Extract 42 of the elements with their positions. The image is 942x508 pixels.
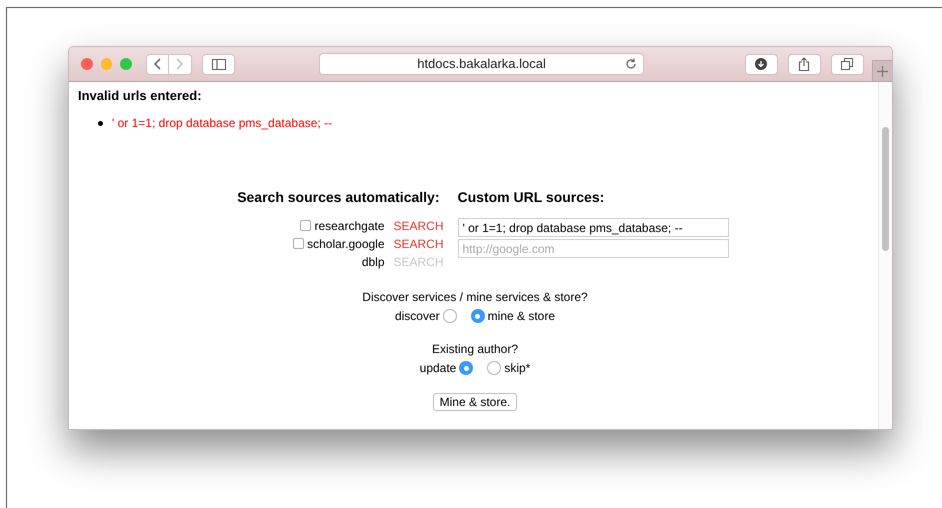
url-field[interactable]: http://google.com — [458, 239, 728, 258]
chevron-right-icon — [176, 58, 184, 70]
checkbox[interactable] — [293, 238, 304, 249]
close-icon[interactable] — [81, 58, 93, 70]
address-text: htdocs.bakalarka.local — [417, 55, 546, 74]
source-name: researchgate — [314, 218, 384, 234]
share-icon — [798, 57, 810, 71]
section-heading: Search sources automatically: — [237, 188, 440, 207]
radio-button[interactable] — [459, 361, 474, 375]
radio-button[interactable] — [470, 309, 485, 323]
maximize-icon[interactable] — [120, 58, 132, 70]
sidebar-icon — [212, 58, 226, 70]
tabs-icon — [841, 58, 854, 70]
source-name: dblp — [362, 254, 384, 270]
radio-button[interactable] — [442, 309, 457, 323]
url-field[interactable]: ' or 1=1; drop database pms_database; -- — [458, 218, 728, 237]
chevron-left-icon — [153, 58, 162, 70]
question-text: Discover services / mine services & store? — [362, 289, 588, 306]
question-text: Existing author? — [432, 341, 518, 358]
plus-icon — [876, 66, 888, 76]
sidebar-button[interactable] — [202, 54, 236, 74]
checkbox[interactable] — [300, 220, 312, 231]
bullet-icon — [98, 120, 103, 126]
download-icon — [755, 58, 768, 70]
scrollbar[interactable] — [878, 82, 892, 429]
new-tab-button[interactable] — [872, 60, 892, 81]
error-heading: Invalid urls entered: — [78, 87, 203, 102]
tabs-button[interactable] — [830, 54, 864, 74]
radio-label: mine & store — [488, 308, 556, 325]
radio-button[interactable] — [487, 361, 502, 375]
submit-button[interactable]: Mine & store. — [432, 393, 518, 411]
address-bar[interactable]: htdocs.bakalarka.local — [319, 53, 644, 75]
invalid-url: ' or 1=1; drop database pms_database; -- — [112, 115, 332, 132]
back-button[interactable] — [146, 54, 170, 74]
download-button[interactable] — [744, 54, 778, 74]
radio-label: skip* — [504, 360, 530, 377]
section-heading: Custom URL sources: — [458, 188, 606, 207]
source-name: scholar.google — [307, 236, 384, 252]
share-button[interactable] — [788, 54, 821, 74]
radio-label: update — [420, 360, 456, 377]
reload-icon[interactable] — [624, 58, 637, 70]
radio-label: discover — [394, 308, 440, 325]
